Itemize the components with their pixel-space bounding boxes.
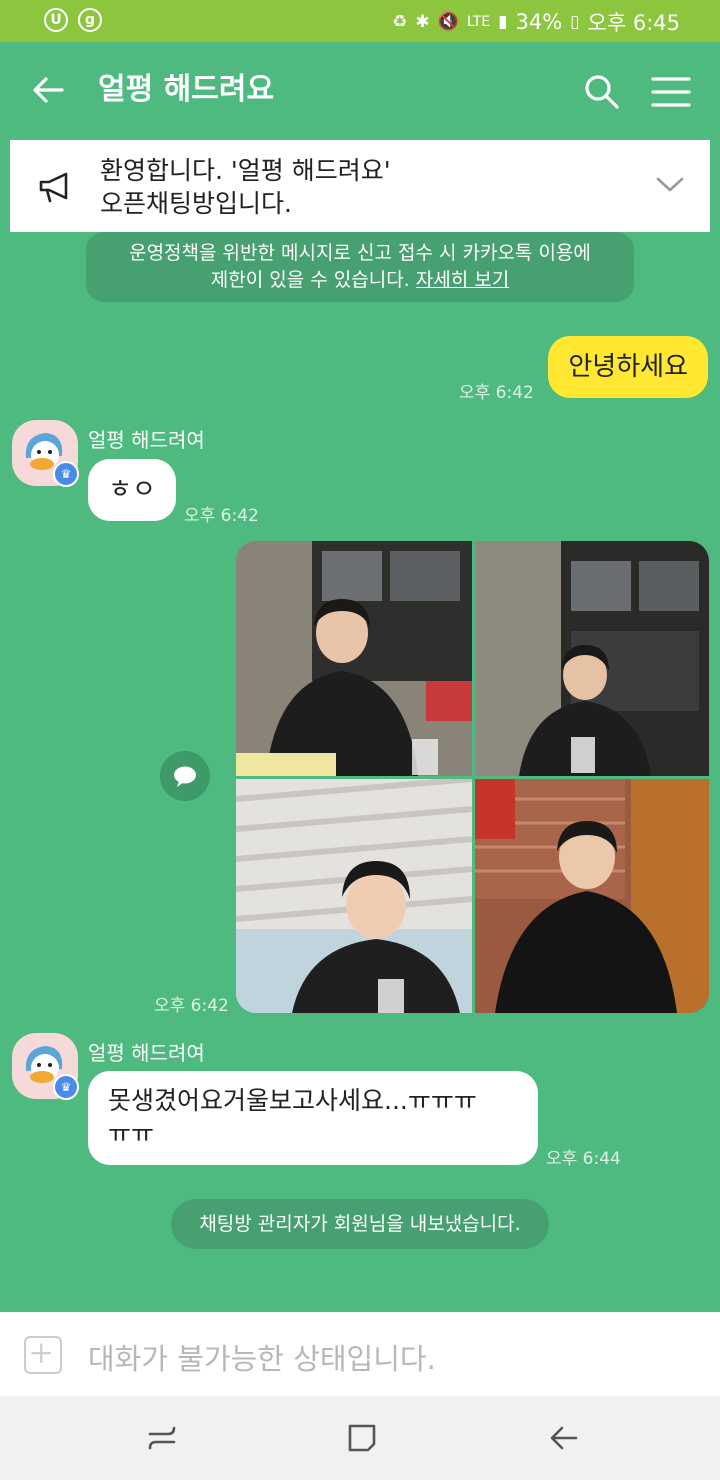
speech-bubble-icon (174, 766, 196, 787)
policy-line-2: 제한이 있을 수 있습니다. 자세히 보기 (86, 267, 634, 294)
app-bar: 얼평 해드려요 (0, 42, 720, 140)
policy-line-1: 운영정책을 위반한 메시지로 신고 접수 시 카카오톡 이용에 (129, 242, 591, 264)
message-time: 오후 6:44 (546, 1149, 621, 1169)
message-line-2: ㅠㅠ (108, 1119, 155, 1148)
plus-icon (31, 1343, 52, 1364)
photo-3[interactable] (236, 779, 472, 1013)
back-arrow-icon[interactable] (28, 70, 68, 110)
chevron-down-icon[interactable] (656, 174, 684, 194)
status-time: 오후 6:45 (587, 11, 680, 35)
policy-notice: 운영정책을 위반한 메시지로 신고 접수 시 카카오톡 이용에 제한이 있을 수… (86, 232, 634, 302)
message-input-placeholder[interactable]: 대화가 불가능한 상태입니다. (88, 1336, 436, 1378)
chat-room-title: 얼평 해드려요 (98, 72, 275, 107)
u-plus-badge-icon: U (44, 8, 68, 32)
photo-1[interactable] (236, 541, 472, 776)
crown-badge-icon: ♛ (53, 1074, 79, 1100)
mute-icon: 🔇 (437, 12, 459, 32)
battery-percent: 34% (515, 10, 563, 34)
signal-icon: ▮ (498, 12, 508, 32)
policy-detail-link[interactable]: 자세히 보기 (416, 269, 509, 291)
received-message-bubble[interactable]: ㅎㅇ (88, 459, 176, 521)
g-badge-icon: g (78, 8, 102, 32)
system-nav-bar (0, 1396, 720, 1480)
photo-4[interactable] (475, 779, 709, 1013)
menu-icon[interactable] (650, 72, 692, 112)
message-time: 오후 6:42 (459, 383, 534, 403)
message-line-1: 못생겼어요거울보고사세요...ㅠㅠㅠ (108, 1086, 477, 1115)
received-message-bubble[interactable]: 못생겼어요거울보고사세요...ㅠㅠㅠ ㅠㅠ (88, 1071, 538, 1165)
system-message: 채팅방 관리자가 회원님을 내보냈습니다. (171, 1199, 549, 1249)
message-time: 오후 6:42 (154, 996, 229, 1016)
notice-text: 환영합니다. '얼평 해드려요' 오픈채팅방입니다. (100, 154, 620, 220)
crown-badge-icon: ♛ (53, 461, 79, 487)
photo-grid[interactable] (236, 541, 709, 1013)
bluetooth-icon: ✱ (415, 12, 430, 32)
battery-icon: ▯ (570, 12, 580, 32)
my-message-bubble[interactable]: 안녕하세요 (548, 336, 708, 398)
recent-apps-icon[interactable] (144, 1420, 180, 1456)
notice-line-1: 환영합니다. '얼평 해드려요' (100, 156, 391, 185)
notice-line-2: 오픈채팅방입니다. (100, 189, 292, 218)
network-type: LTE (466, 14, 491, 30)
input-bar: 대화가 불가능한 상태입니다. (0, 1312, 720, 1396)
attach-button[interactable] (24, 1336, 62, 1374)
megaphone-icon (39, 172, 68, 203)
share-button[interactable] (160, 751, 210, 801)
photo-2[interactable] (475, 541, 709, 776)
sender-name: 얼평 해드려여 (88, 1041, 205, 1065)
status-bar: U g ♻ ✱ 🔇 LTE ▮ 34% ▯ 오후 6:45 (0, 0, 720, 42)
policy-line-2-text: 제한이 있을 수 있습니다. (210, 269, 410, 291)
message-time: 오후 6:42 (184, 506, 259, 526)
home-icon[interactable] (344, 1420, 380, 1456)
sender-name: 얼평 해드려여 (88, 428, 205, 452)
search-icon[interactable] (582, 72, 622, 112)
battery-saver-icon: ♻ (392, 12, 408, 32)
back-icon[interactable] (546, 1420, 582, 1456)
notice-banner[interactable]: 환영합니다. '얼평 해드려요' 오픈채팅방입니다. (10, 140, 710, 232)
